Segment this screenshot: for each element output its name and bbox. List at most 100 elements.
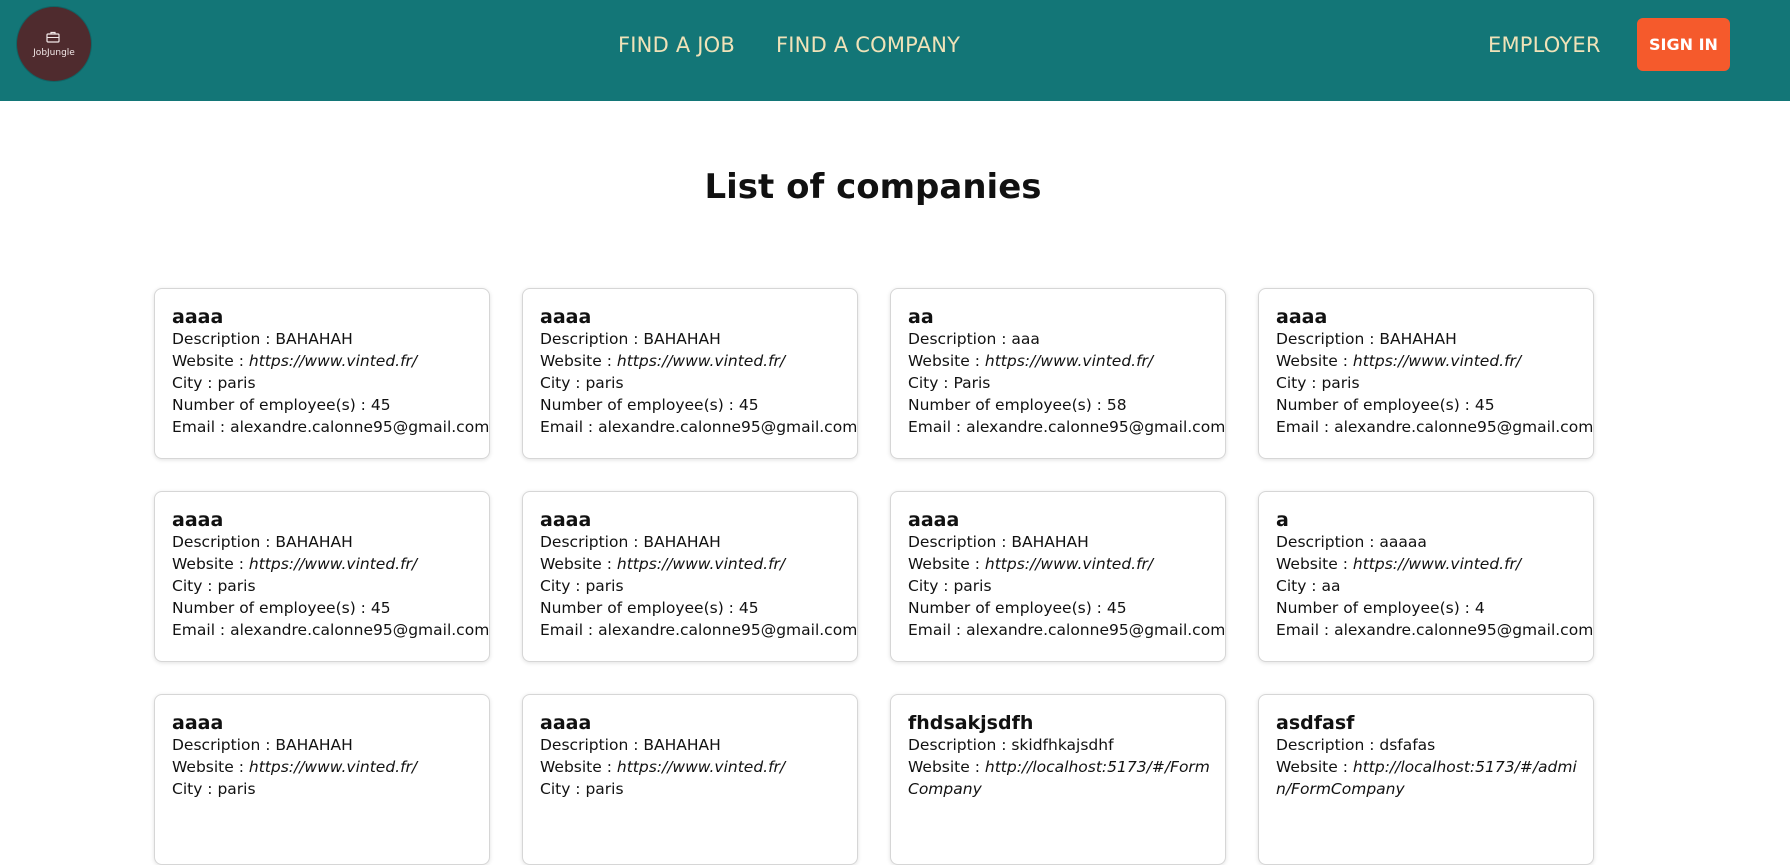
company-employees-value: 45 [370,599,391,617]
company-city: City : paris [172,372,479,394]
company-email-value[interactable]: alexandre.calonne95@gmail.com [966,418,1225,436]
company-website-label: Website : [908,555,985,573]
company-city: City : paris [908,575,1215,597]
company-card[interactable]: aaaa Description : BAHAHAH Website : https… [154,491,490,662]
company-card[interactable]: aaaa Description : BAHAHAH Website : https… [154,694,490,865]
company-city-label: City : [908,577,954,595]
company-employees-value: 45 [738,396,759,414]
nav-find-a-job[interactable]: FIND A JOB [618,0,735,90]
company-email-label: Email : [540,621,599,639]
company-grid: aaaa Description : BAHAHAH Website : https… [154,288,1594,865]
briefcase-icon [46,31,60,43]
company-card[interactable]: aaaa Description : BAHAHAH Website : https… [522,288,858,459]
company-description-value: BAHAHAH [643,533,721,551]
company-website-value[interactable]: https://www.vinted.fr/ [249,758,417,776]
company-employees: Number of employee(s) : 4 [1276,597,1583,619]
company-employees-label: Number of employee(s) : [172,396,371,414]
company-city-value: paris [953,577,992,595]
company-name: aaaa [540,712,592,734]
company-description-label: Description : [1276,736,1380,754]
company-website: Website : https://www.vinted.fr/ [540,350,847,372]
company-website: Website : https://www.vinted.fr/ [172,350,479,372]
company-card[interactable]: aaaa Description : BAHAHAH Website : https… [154,288,490,459]
company-email-value[interactable]: alexandre.calonne95@gmail.com [1334,621,1593,639]
company-email-value[interactable]: alexandre.calonne95@gmail.com [598,621,857,639]
company-city-value: paris [585,374,624,392]
company-website-value[interactable]: https://www.vinted.fr/ [617,555,785,573]
company-description-value: BAHAHAH [275,736,353,754]
company-city: City : paris [540,778,847,800]
company-website-value[interactable]: https://www.vinted.fr/ [249,555,417,573]
company-card[interactable]: aaaa Description : BAHAHAH Website : https… [1258,288,1594,459]
company-description-value: skidfhkajsdhf [1011,736,1114,754]
company-email-value[interactable]: alexandre.calonne95@gmail.com [1334,418,1593,436]
company-description-label: Description : [172,533,276,551]
company-city-label: City : [172,577,218,595]
company-description-value: aaa [1011,330,1040,348]
company-description-label: Description : [908,330,1012,348]
company-email: Email : alexandre.calonne95@gmail.com [172,619,489,641]
company-card[interactable]: aaaa Description : BAHAHAH Website : https… [522,694,858,865]
company-email-label: Email : [172,621,231,639]
company-card[interactable]: fhdsakjsdfh Description : skidfhkajsdhf We… [890,694,1226,865]
company-website-value[interactable]: https://www.vinted.fr/ [985,555,1153,573]
company-website-value[interactable]: https://www.vinted.fr/ [1353,352,1521,370]
company-website-label: Website : [1276,555,1353,573]
company-city: City : paris [540,575,847,597]
company-website-value[interactable]: https://www.vinted.fr/ [617,758,785,776]
company-email-value[interactable]: alexandre.calonne95@gmail.com [230,418,489,436]
company-card[interactable]: asdfasf Description : dsfafas Website : ht… [1258,694,1594,865]
company-city-value: paris [1321,374,1360,392]
company-website: Website : https://www.vinted.fr/ [1276,350,1583,372]
company-website-value[interactable]: https://www.vinted.fr/ [985,352,1153,370]
nav-find-a-company[interactable]: FIND A COMPANY [776,0,960,90]
company-city-value: paris [585,577,624,595]
company-email: Email : alexandre.calonne95@gmail.com [1276,416,1593,438]
company-description: Description : BAHAHAH [172,734,479,756]
company-name: aaaa [172,306,224,328]
company-email-value[interactable]: alexandre.calonne95@gmail.com [966,621,1225,639]
company-card[interactable]: aaaa Description : BAHAHAH Website : https… [890,491,1226,662]
company-card[interactable]: aaaa Description : BAHAHAH Website : https… [522,491,858,662]
company-employees-label: Number of employee(s) : [908,599,1107,617]
company-website-value[interactable]: https://www.vinted.fr/ [617,352,785,370]
company-website-label: Website : [540,352,617,370]
company-website-value[interactable]: https://www.vinted.fr/ [249,352,417,370]
company-website-value[interactable]: https://www.vinted.fr/ [1353,555,1521,573]
company-city: City : paris [540,372,847,394]
company-description-label: Description : [540,533,644,551]
company-email: Email : alexandre.calonne95@gmail.com [908,416,1225,438]
company-email-value[interactable]: alexandre.calonne95@gmail.com [230,621,489,639]
company-email-label: Email : [1276,418,1335,436]
company-name: asdfasf [1276,712,1355,734]
company-city-label: City : [540,577,586,595]
company-website-label: Website : [1276,758,1353,776]
company-website: Website : https://www.vinted.fr/ [540,756,847,778]
logo-text: JobJungle [33,48,75,58]
company-name: aaaa [540,306,592,328]
company-name: aaaa [908,509,960,531]
company-employees-label: Number of employee(s) : [1276,396,1475,414]
company-city: City : paris [172,575,479,597]
company-card[interactable]: a Description : aaaaa Website : https://ww… [1258,491,1594,662]
page-title: List of companies [704,167,1042,207]
company-city-label: City : [1276,577,1322,595]
company-card[interactable]: aa Description : aaa Website : https://www… [890,288,1226,459]
logo[interactable]: JobJungle [17,7,91,81]
sign-in-button[interactable]: SIGN IN [1637,18,1730,71]
company-name: a [1276,509,1289,531]
company-description-value: BAHAHAH [643,330,721,348]
company-employees: Number of employee(s) : 45 [540,394,847,416]
company-email: Email : alexandre.calonne95@gmail.com [1276,619,1593,641]
nav-employer[interactable]: EMPLOYER [1488,0,1601,90]
company-city-value: paris [217,374,256,392]
company-name: aaaa [172,712,224,734]
company-description-label: Description : [908,736,1012,754]
company-website: Website : https://www.vinted.fr/ [908,350,1215,372]
navbar: JobJungle FIND A JOB FIND A COMPANY EMPL… [0,0,1790,101]
company-city-value: paris [585,780,624,798]
company-employees: Number of employee(s) : 45 [172,597,479,619]
company-website: Website : https://www.vinted.fr/ [172,553,479,575]
company-email-value[interactable]: alexandre.calonne95@gmail.com [598,418,857,436]
company-email-label: Email : [908,621,967,639]
